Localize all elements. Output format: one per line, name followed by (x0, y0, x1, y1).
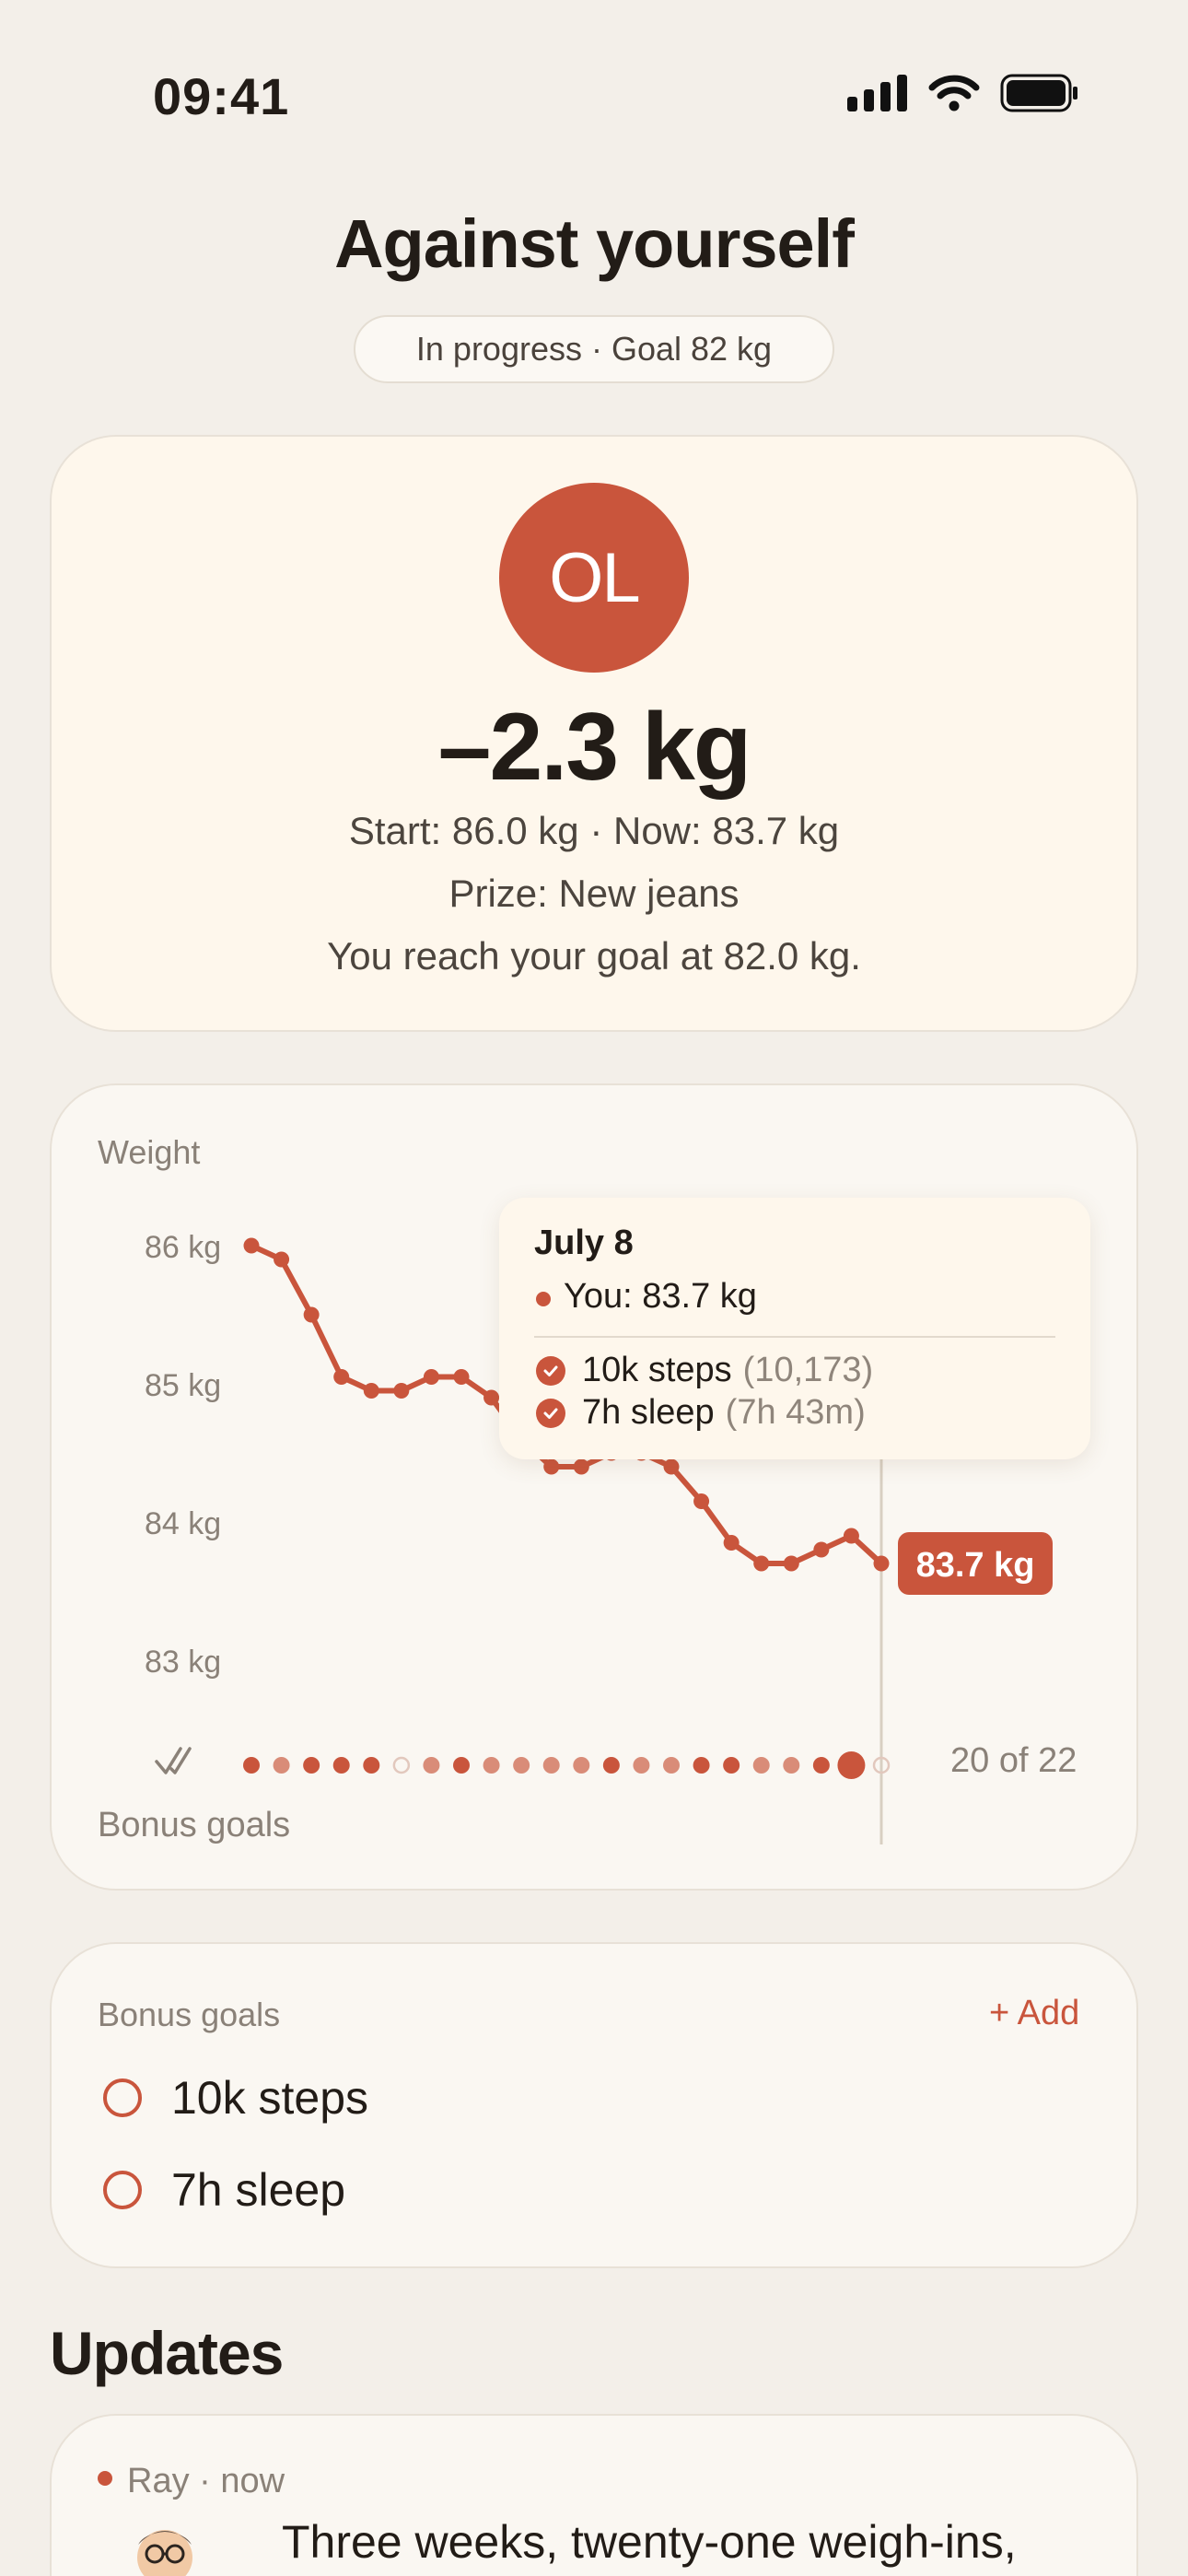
bonus-day-dot (573, 1757, 590, 1774)
updates-heading: Updates (50, 2319, 284, 2387)
check-icon (536, 1398, 565, 1428)
bonus-day-dot (423, 1757, 440, 1774)
bonus-day-dot (783, 1757, 800, 1774)
author-dot (98, 2471, 112, 2486)
data-point (873, 1555, 890, 1572)
tooltip-row-steps: 10k steps (10,173) (536, 1351, 873, 1390)
update-text: Three weeks, twenty-one weigh-ins, (282, 2516, 1017, 2568)
bonus-day-dot (273, 1757, 290, 1774)
chart-tooltip: July 8 You: 83.7 kg 10k steps (10,173) 7… (499, 1198, 1090, 1459)
empty-circle-icon[interactable] (103, 2078, 142, 2117)
current-value-label: 83.7 kg (916, 1546, 1035, 1585)
data-point (573, 1458, 589, 1475)
bonus-goals-title: Bonus goals (98, 1996, 281, 2033)
data-point (783, 1555, 799, 1572)
bonus-day-dot (243, 1757, 260, 1774)
check-icon (536, 1355, 565, 1386)
meta-separator: · (189, 2462, 221, 2500)
bonus-day-dot (513, 1757, 530, 1774)
double-check-icon (155, 1747, 192, 1774)
tooltip-value: You: 83.7 kg (564, 1277, 757, 1316)
tooltip-row-detail: (7h 43m) (725, 1393, 866, 1432)
bonus-goals-axis-label: Bonus goals (98, 1806, 291, 1844)
update-meta: Ray · now (127, 2462, 285, 2501)
empty-circle-icon[interactable] (103, 2171, 142, 2209)
tooltip-divider (534, 1336, 1055, 1338)
y-tick-label: 84 kg (145, 1506, 221, 1541)
bonus-day-dot (363, 1757, 380, 1774)
bonus-day-dot (453, 1757, 470, 1774)
bonus-day-dot (392, 1756, 411, 1774)
data-point (333, 1369, 350, 1385)
tooltip-row-detail: (10,173) (742, 1351, 874, 1389)
bonus-goal-label: 10k steps (171, 2072, 369, 2124)
weight-chart[interactable]: 86 kg 85 kg 84 kg 83 kg 83.7 kg (0, 0, 1188, 1935)
data-point (843, 1528, 859, 1544)
author-avatar (137, 2530, 192, 2576)
bonus-day-dot (837, 1751, 866, 1779)
data-point (753, 1555, 770, 1572)
data-point (813, 1541, 830, 1558)
bonus-day-dot (752, 1757, 770, 1774)
tooltip-row-label: 10k steps (582, 1351, 732, 1389)
data-point (453, 1369, 470, 1385)
y-tick-label: 83 kg (145, 1645, 221, 1680)
bonus-day-dot (693, 1757, 710, 1774)
bonus-goal-item[interactable]: 7h sleep (103, 2163, 345, 2217)
data-point (274, 1251, 290, 1268)
update-time: now (220, 2462, 285, 2500)
data-point (663, 1458, 680, 1475)
bonus-day-dot (332, 1757, 350, 1774)
data-point (243, 1237, 260, 1254)
data-point (543, 1458, 560, 1475)
bonus-day-dot (602, 1757, 620, 1774)
bonus-day-dot (723, 1757, 740, 1774)
data-point (303, 1306, 320, 1323)
bonus-day-dot (812, 1757, 830, 1774)
bonus-streak-count: 20 of 22 (950, 1741, 1077, 1780)
data-point (363, 1383, 379, 1399)
bonus-goal-item[interactable]: 10k steps (103, 2071, 368, 2125)
bonus-day-dot (483, 1757, 500, 1774)
data-point (393, 1383, 410, 1399)
tooltip-date: July 8 (534, 1224, 634, 1262)
y-tick-label: 86 kg (145, 1230, 221, 1265)
bonus-day-dot (303, 1757, 320, 1774)
data-point (423, 1369, 439, 1385)
data-point (693, 1493, 710, 1509)
data-point (483, 1389, 500, 1406)
tooltip-series-dot (536, 1292, 551, 1306)
y-tick-label: 85 kg (145, 1368, 221, 1403)
data-point (723, 1535, 740, 1551)
bonus-goal-label: 7h sleep (171, 2164, 346, 2216)
bonus-day-dot (633, 1757, 650, 1774)
bonus-day-dot (542, 1757, 560, 1774)
tooltip-row-label: 7h sleep (582, 1393, 715, 1432)
bonus-day-dot (663, 1757, 680, 1774)
update-author: Ray (127, 2462, 190, 2500)
tooltip-row-sleep: 7h sleep (7h 43m) (536, 1393, 866, 1433)
add-bonus-goal-button[interactable]: + Add (989, 1994, 1079, 2033)
